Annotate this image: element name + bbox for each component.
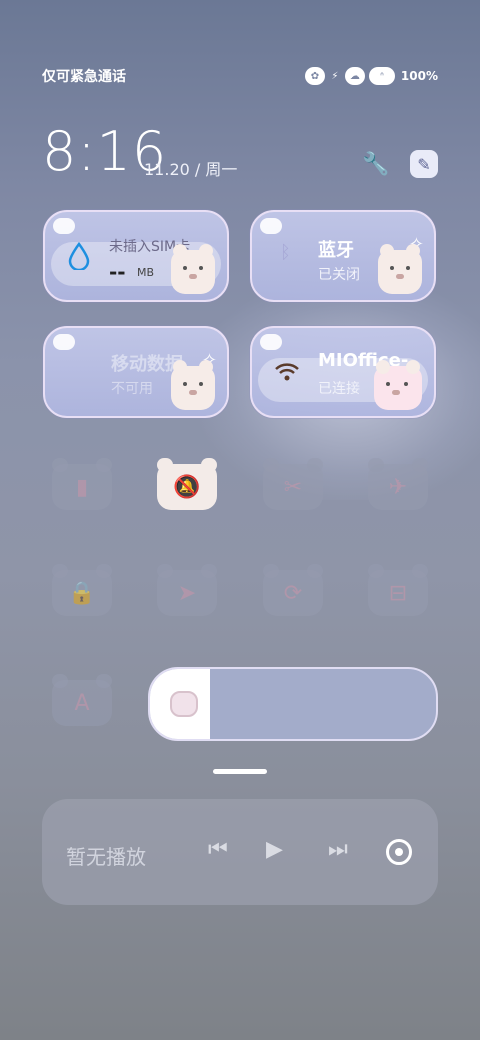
scan-toggle[interactable]: ⊟ xyxy=(368,564,428,616)
wifi-status-icon: ☁ xyxy=(344,67,365,85)
bluetooth-icon: ᛒ xyxy=(280,242,291,263)
airplane-icon: ✈ xyxy=(388,474,408,500)
mobile-data-status: 不可用 xyxy=(111,381,153,397)
brightness-icon xyxy=(170,691,198,717)
cloud-decoration xyxy=(53,218,75,234)
data-usage-tile[interactable]: 未插入SIM卡 -- MB xyxy=(43,210,229,302)
next-icon[interactable]: ⏭ xyxy=(328,837,348,862)
cast-icon[interactable] xyxy=(386,839,412,865)
location-toggle[interactable]: ➤ xyxy=(157,564,217,616)
screenshot-toggle[interactable]: ✂ xyxy=(263,458,323,510)
bear-decoration xyxy=(171,244,215,294)
water-drop-icon xyxy=(68,242,90,270)
bear-decoration xyxy=(171,360,215,410)
status-bar: 仅可紧急通话 ✿ ⚡ ☁ ᐢ 100% xyxy=(42,64,438,88)
previous-icon[interactable]: ⏮ xyxy=(208,837,228,862)
bluetooth-status: 已关闭 xyxy=(318,267,360,283)
data-usage-unit: MB xyxy=(137,266,155,279)
rotation-lock-toggle[interactable]: ⟳ xyxy=(263,564,323,616)
media-player: 暂无播放 ⏮ ▶ ⏭ xyxy=(42,799,438,905)
wifi-tile[interactable]: MIOffice- 已连接 xyxy=(250,326,436,418)
brightness-slider[interactable] xyxy=(148,667,438,741)
cloud-decoration xyxy=(260,334,282,350)
edit-icon[interactable]: ✎ xyxy=(410,150,438,178)
bear-decoration xyxy=(378,244,422,294)
lock-toggle[interactable]: 🔒 xyxy=(52,564,112,616)
wrench-icon[interactable]: 🔧 xyxy=(362,150,390,178)
carrier-text: 仅可紧急通话 xyxy=(42,69,126,85)
bluetooth-tile[interactable]: ᛒ 蓝牙 已关闭 ✧ xyxy=(250,210,436,302)
screenshot-icon: ✂ xyxy=(283,474,303,500)
cloud-decoration xyxy=(53,334,75,350)
signal-icon: ✿ xyxy=(304,67,325,85)
drag-handle[interactable] xyxy=(213,769,267,774)
bear-decoration xyxy=(374,360,422,410)
battery-percent: 100% xyxy=(400,69,438,83)
data-usage-value: -- xyxy=(109,260,126,284)
flashlight-icon: ▮ xyxy=(75,474,89,500)
font-icon: A xyxy=(74,690,90,716)
battery-icon: ᐢ xyxy=(368,67,395,85)
airplane-toggle[interactable]: ✈ xyxy=(368,458,428,510)
clock-date: 11.20 / 周一 xyxy=(144,160,238,179)
bell-off-icon: 🔕 xyxy=(173,474,201,500)
sim-icon: ⚡ xyxy=(331,70,339,82)
status-icons: ✿ ⚡ ☁ ᐢ 100% xyxy=(304,67,438,85)
location-icon: ➤ xyxy=(177,580,197,606)
font-toggle[interactable]: A xyxy=(52,674,112,726)
scan-icon: ⊟ xyxy=(388,580,408,606)
mobile-data-tile[interactable]: 移动数据 不可用 ✧ xyxy=(43,326,229,418)
lock-icon: 🔒 xyxy=(68,580,96,606)
cloud-decoration xyxy=(260,218,282,234)
mute-toggle[interactable]: 🔕 xyxy=(157,458,217,510)
rotation-lock-icon: ⟳ xyxy=(283,580,303,606)
flashlight-toggle[interactable]: ▮ xyxy=(52,458,112,510)
play-icon[interactable]: ▶ xyxy=(266,837,283,862)
wifi-status: 已连接 xyxy=(318,381,360,397)
wifi-icon xyxy=(275,363,299,381)
bluetooth-title: 蓝牙 xyxy=(318,240,354,261)
media-status: 暂无播放 xyxy=(66,845,146,869)
